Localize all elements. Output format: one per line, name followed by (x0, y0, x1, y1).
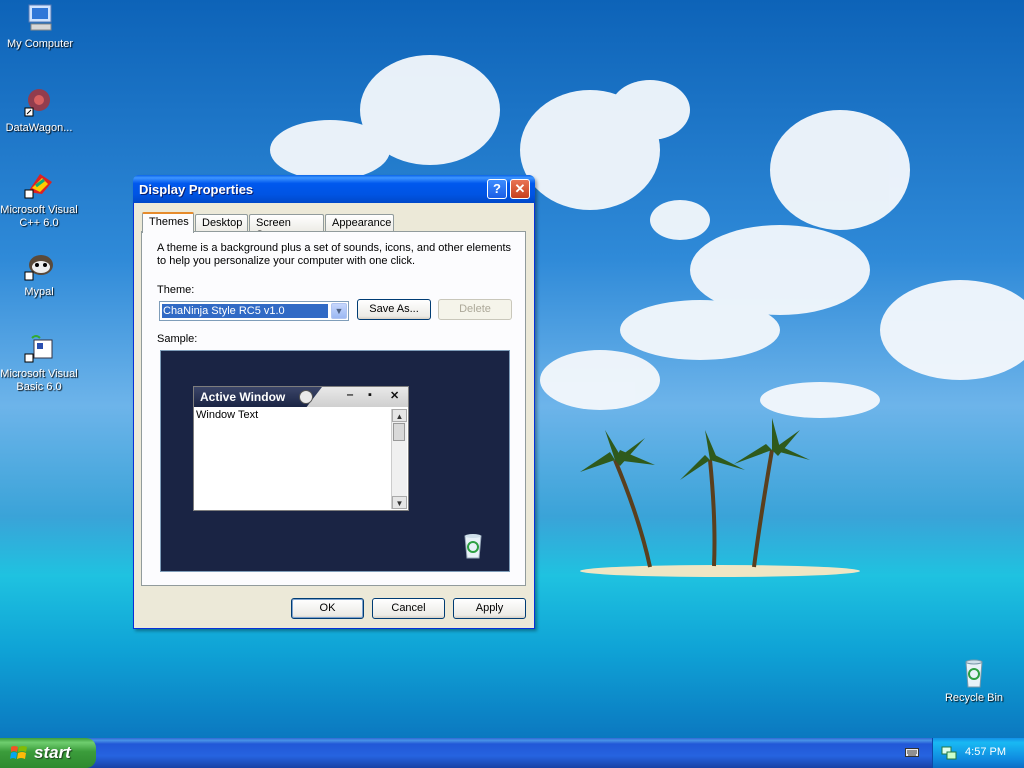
desktop-icon-datawagon[interactable]: DataWagon... (0, 86, 79, 135)
sample-label: Sample: (157, 333, 198, 345)
theme-sample-preview: Active Window ‒ ▪ ✕ Window Text ▲ ▼ (160, 350, 510, 572)
desktop-icon-label: My Computer (6, 38, 74, 50)
theme-label: Theme: (157, 284, 195, 296)
maximize-icon: ▪ (368, 389, 372, 401)
tab-desktop[interactable]: Desktop (195, 214, 248, 232)
close-button[interactable]: ✕ (510, 179, 530, 199)
recycle-bin-icon (965, 659, 983, 688)
apply-button[interactable]: Apply (453, 598, 526, 619)
taskbar: start 4:57 PM (0, 738, 1024, 768)
save-as-button[interactable]: Save As... (357, 299, 431, 320)
sample-window-titlebar: Active Window ‒ ▪ ✕ (194, 387, 408, 407)
desktop-icon-recycle-bin[interactable]: Recycle Bin (934, 656, 1014, 705)
sample-recycle-bin-icon (464, 534, 482, 559)
close-icon: ✕ (390, 390, 400, 402)
delete-button[interactable]: Delete (438, 299, 512, 320)
desktop-icon-my-computer[interactable]: My Computer (0, 2, 80, 51)
sample-orb-icon (299, 390, 313, 404)
minimize-icon: ‒ (347, 389, 354, 401)
start-button[interactable]: start (0, 738, 96, 768)
dialog-title: Display Properties (139, 182, 254, 197)
mypal-icon (24, 255, 53, 281)
sample-scrollbar: ▲ ▼ (391, 409, 407, 509)
desktop-icon-visual-basic[interactable]: Microsoft Visual Basic 6.0 (0, 332, 79, 394)
cancel-button[interactable]: Cancel (372, 598, 445, 619)
tab-appearance[interactable]: Appearance (325, 214, 394, 232)
chevron-down-icon[interactable]: ▼ (331, 303, 347, 319)
tab-screen-saver[interactable]: Screen Saver (249, 214, 324, 241)
dialog-titlebar[interactable]: Display Properties ? ✕ (133, 175, 535, 203)
desktop-icon-label: Recycle Bin (944, 692, 1004, 704)
scroll-up-icon: ▲ (392, 409, 407, 422)
sample-window-text: Window Text (196, 409, 259, 421)
network-icon[interactable] (941, 745, 957, 761)
themes-panel: A theme is a background plus a set of so… (141, 231, 526, 586)
desktop-icon-label: Microsoft Visual C++ 6.0 (0, 204, 78, 229)
desktop-icon-visual-cpp[interactable]: Microsoft Visual C++ 6.0 (0, 168, 79, 230)
windows-logo-icon (10, 746, 27, 759)
datawagon-icon (24, 89, 50, 117)
tab-themes[interactable]: Themes (142, 212, 194, 233)
desktop-icon-label: Mypal (24, 286, 54, 298)
clock[interactable]: 4:57 PM (965, 746, 1006, 758)
ok-button[interactable]: OK (291, 598, 364, 619)
visual-cpp-icon (24, 174, 52, 199)
visual-basic-icon (24, 335, 53, 363)
system-tray: 4:57 PM (932, 738, 1024, 768)
theme-select-value: ChaNinja Style RC5 v1.0 (162, 304, 328, 318)
my-computer-icon (28, 4, 52, 31)
keyboard-icon[interactable] (905, 746, 919, 758)
desktop-icon-label: DataWagon... (5, 122, 73, 134)
desktop-icon-label: Microsoft Visual Basic 6.0 (0, 368, 78, 393)
desktop-icon-mypal[interactable]: Mypal (0, 250, 79, 299)
start-label: start (34, 743, 71, 762)
scroll-thumb (393, 423, 405, 441)
scroll-down-icon: ▼ (392, 496, 407, 509)
sample-active-window: Active Window ‒ ▪ ✕ Window Text ▲ ▼ (193, 386, 409, 511)
display-properties-dialog: Display Properties ? ✕ Themes Desktop Sc… (133, 175, 535, 629)
help-button[interactable]: ? (487, 179, 507, 199)
themes-description: A theme is a background plus a set of so… (157, 242, 512, 267)
theme-select[interactable]: ChaNinja Style RC5 v1.0 ▼ (159, 301, 349, 321)
